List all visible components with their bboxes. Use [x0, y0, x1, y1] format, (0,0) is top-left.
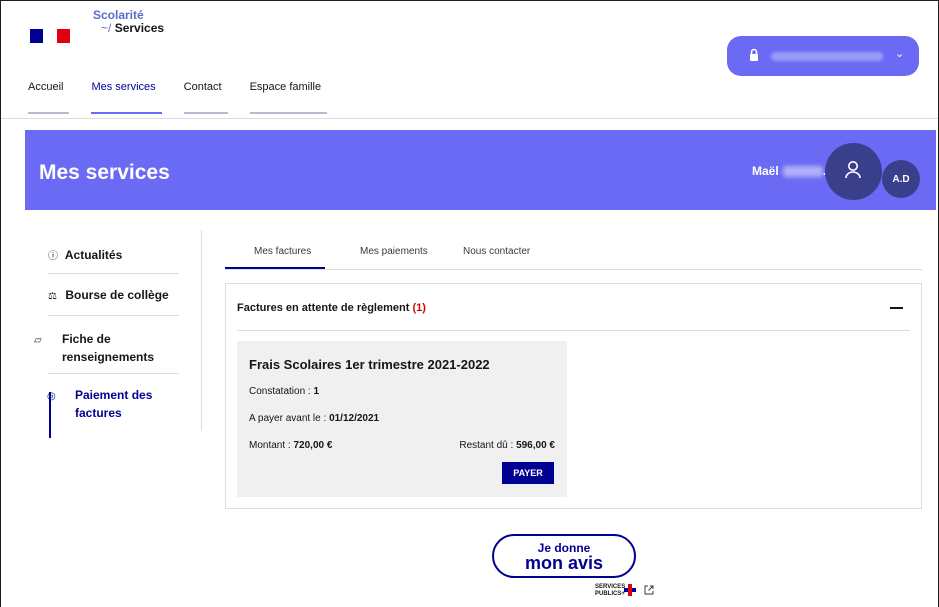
sidebar-item-actualites[interactable]: ⓘ Actualités [48, 247, 179, 262]
student-first-name: Maël [752, 164, 779, 178]
nav-contact[interactable]: Contact [183, 81, 228, 114]
site-header: Scolarité ~/ Services ⌄ Accueil Mes serv… [1, 1, 938, 119]
external-link-icon[interactable] [644, 585, 654, 595]
sidebar-item-label: Paiement des factures [75, 388, 153, 420]
panel-title-text: Factures en attente de règlement [237, 302, 410, 314]
user-name-blurred [771, 52, 883, 61]
amount-value: 720,00 € [293, 440, 333, 451]
nav-mes-services[interactable]: Mes services [91, 81, 162, 114]
amount-row: Montant : 720,00 € [249, 440, 332, 451]
constatation-row: Constatation : 1 [249, 386, 319, 397]
service-tabs: Mes factures Mes paiements Nous contacte… [225, 240, 922, 270]
nav-espace-famille[interactable]: Espace famille [249, 81, 327, 114]
student-avatar[interactable] [825, 143, 882, 200]
remaining-label: Restant dû : [459, 440, 514, 451]
pay-button[interactable]: PAYER [502, 462, 554, 484]
sidebar-divider [48, 373, 179, 374]
main-content: ⓘ Actualités ⚖ Bourse de collège ▱ Fiche … [25, 210, 936, 607]
scolarite-services-logo[interactable]: Scolarité ~/ Services [93, 9, 164, 35]
avis-line2: mon avis [524, 553, 604, 573]
panel-divider [237, 330, 910, 331]
invoice-card: Frais Scolaires 1er trimestre 2021-2022 … [237, 341, 567, 497]
republique-francaise-logo[interactable] [30, 29, 70, 43]
sidebar-item-label: Bourse de collège [65, 288, 169, 302]
user-menu-button[interactable]: ⌄ [727, 36, 919, 76]
nav-accueil[interactable]: Accueil [28, 81, 71, 114]
services-sidebar: ⓘ Actualités ⚖ Bourse de collège ▱ Fiche … [25, 230, 202, 438]
sidebar-item-bourse[interactable]: ⚖ Bourse de collège [48, 288, 179, 302]
active-tab-underline [225, 267, 325, 269]
sidebar-divider [48, 273, 179, 274]
page-title: Mes services [39, 161, 170, 184]
due-date-label: A payer avant le : [249, 413, 327, 424]
student-name-blurred [782, 165, 823, 177]
due-date-value: 01/12/2021 [329, 413, 380, 424]
sidebar-item-label: Fiche de renseignements [62, 332, 155, 364]
panel-title: Factures en attente de règlement (1) [237, 302, 426, 314]
tab-nous-contacter[interactable]: Nous contacter [463, 246, 530, 257]
logo-line2: Services [114, 21, 165, 35]
tab-mes-factures[interactable]: Mes factures [254, 246, 311, 257]
info-icon: ⓘ [48, 251, 58, 262]
sidebar-divider [48, 315, 179, 316]
services-publics-logo: SERVICES PUBLICS+ [595, 584, 625, 598]
services-publics-plus-icon [624, 584, 636, 596]
amount-label: Montant : [249, 440, 291, 451]
sp-line2: PUBLICS+ [595, 591, 625, 597]
main-nav: Accueil Mes services Contact Espace fami… [28, 81, 349, 114]
pending-count-badge: (1) [412, 302, 426, 314]
sidebar-item-fiche[interactable]: ▱ Fiche de renseignements [34, 331, 166, 365]
sidebar-item-paiement[interactable]: ◎ Paiement des factures [47, 387, 161, 421]
remaining-value: 596,00 € [516, 440, 555, 451]
lock-icon [750, 48, 758, 61]
document-icon: ▱ [34, 335, 42, 346]
invoice-title: Frais Scolaires 1er trimestre 2021-2022 [249, 357, 490, 372]
remaining-row: Restant dû : 596,00 € [459, 440, 555, 451]
constatation-label: Constatation : [249, 386, 311, 397]
je-donne-mon-avis-button[interactable]: Je donne mon avis [492, 534, 636, 578]
tab-mes-paiements[interactable]: Mes paiements [360, 246, 428, 257]
constatation-value: 1 [313, 386, 320, 397]
student-name: Maël . [752, 164, 826, 178]
collapse-button[interactable] [890, 307, 903, 309]
page-banner: Mes services Maël . A.D [25, 130, 936, 210]
student-switch-avatar[interactable]: A.D [882, 160, 920, 198]
scale-icon: ⚖ [48, 291, 57, 302]
user-icon [845, 161, 861, 179]
pending-invoices-panel: Factures en attente de règlement (1) Fra… [225, 283, 922, 509]
payment-icon: ◎ [47, 391, 56, 402]
chevron-down-icon: ⌄ [895, 48, 905, 60]
due-date-row: A payer avant le : 01/12/2021 [249, 413, 379, 424]
sp-line1: SERVICES [595, 584, 626, 590]
sidebar-item-label: Actualités [64, 248, 123, 262]
